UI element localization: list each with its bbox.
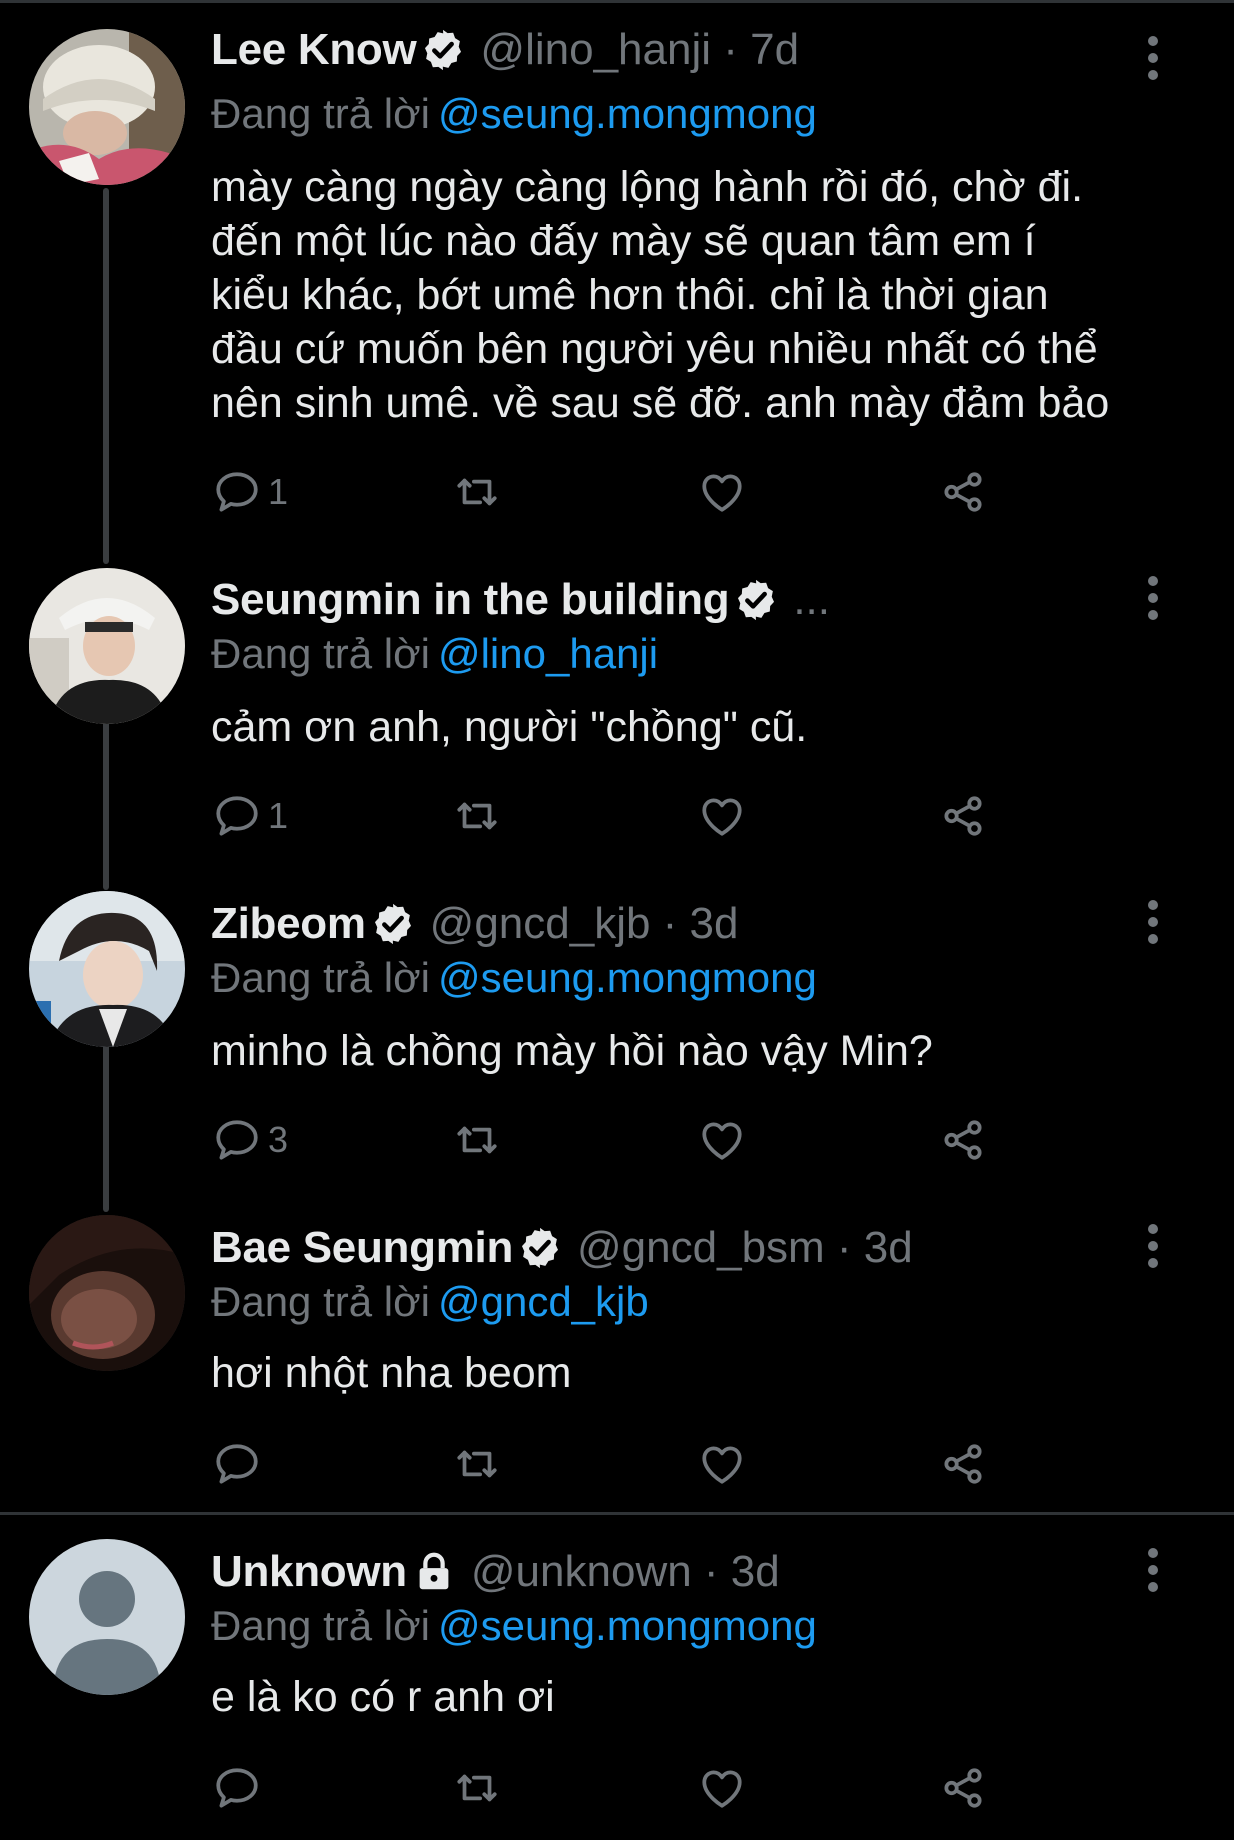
retweet-icon xyxy=(452,1763,502,1813)
tweet-text: minho là chồng mày hồi nào vậy Min? xyxy=(211,1027,933,1075)
section-divider xyxy=(0,1512,1234,1515)
share-button[interactable] xyxy=(938,786,988,846)
reply-icon xyxy=(212,467,262,517)
retweet-button[interactable] xyxy=(452,1110,502,1170)
verified-badge-icon xyxy=(733,577,779,623)
reply-count: 3 xyxy=(268,1119,289,1160)
reply-button[interactable]: 1 xyxy=(212,462,288,522)
handle-and-time: @unknown · 3d xyxy=(470,1547,780,1596)
share-button[interactable] xyxy=(938,1758,988,1818)
retweet-button[interactable] xyxy=(452,462,502,522)
replying-label: Đang trả lời xyxy=(211,1602,430,1649)
retweet-icon xyxy=(452,1439,502,1489)
handle-and-time: @gncd_kjb · 3d xyxy=(429,899,739,948)
avatar-photo xyxy=(29,891,185,1047)
more-options-icon[interactable] xyxy=(1138,1221,1168,1271)
reply-count: 1 xyxy=(268,471,289,512)
display-name[interactable]: Unknown xyxy=(211,1544,407,1600)
replying-label: Đang trả lời xyxy=(211,1278,430,1325)
avatar[interactable] xyxy=(29,568,185,724)
replying-label: Đang trả lời xyxy=(211,630,430,677)
reply-button[interactable]: 3 xyxy=(212,1110,288,1170)
avatar-photo xyxy=(29,1215,185,1371)
avatar[interactable] xyxy=(29,1215,185,1371)
like-button[interactable] xyxy=(697,1758,747,1818)
replying-to: Đang trả lời @lino_hanji xyxy=(211,626,658,682)
share-icon xyxy=(938,1115,988,1165)
avatar[interactable] xyxy=(29,1539,185,1695)
replying-to: Đang trả lời @gncd_kjb xyxy=(211,1274,649,1330)
share-button[interactable] xyxy=(938,1110,988,1170)
share-icon xyxy=(938,467,988,517)
share-button[interactable] xyxy=(938,1434,988,1494)
like-button[interactable] xyxy=(697,786,747,846)
more-options-icon[interactable] xyxy=(1138,33,1168,83)
share-icon xyxy=(938,1439,988,1489)
mention-link[interactable]: @lino_hanji xyxy=(438,630,658,677)
display-name[interactable]: Lee Know xyxy=(211,22,417,78)
tweet-text: mày càng ngày càng lộng hành rồi đó, chờ… xyxy=(211,163,1110,427)
handle-and-time: @gncd_bsm · 3d xyxy=(577,1223,913,1272)
reply-icon xyxy=(212,1115,262,1165)
like-button[interactable] xyxy=(697,1434,747,1494)
retweet-button[interactable] xyxy=(452,1758,502,1818)
share-icon xyxy=(938,1763,988,1813)
reply-count: 1 xyxy=(268,795,289,836)
more-options-icon[interactable] xyxy=(1138,1545,1168,1595)
avatar[interactable] xyxy=(29,891,185,1047)
tweet-text: e là ko có r anh ơi xyxy=(211,1673,555,1721)
heart-icon xyxy=(697,1439,747,1489)
avatar[interactable] xyxy=(29,29,185,185)
verified-badge-icon xyxy=(517,1225,563,1271)
mention-link[interactable]: @seung.mongmong xyxy=(438,1602,817,1649)
handle-and-time: ... xyxy=(793,575,830,624)
verified-badge-icon xyxy=(370,901,416,947)
avatar-photo xyxy=(29,29,185,185)
reply-icon xyxy=(212,791,262,841)
replying-label: Đang trả lời xyxy=(211,954,430,1001)
display-name[interactable]: Zibeom xyxy=(211,896,366,952)
reply-button[interactable] xyxy=(212,1434,262,1494)
like-button[interactable] xyxy=(697,1110,747,1170)
default-avatar-icon xyxy=(29,1539,185,1695)
replying-to: Đang trả lời @seung.mongmong xyxy=(211,950,817,1006)
mention-link[interactable]: @gncd_kjb xyxy=(438,1278,649,1325)
replying-label: Đang trả lời xyxy=(211,90,430,137)
display-name[interactable]: Seungmin in the building xyxy=(211,572,730,628)
replying-to: Đang trả lời @seung.mongmong xyxy=(211,1598,817,1654)
more-options-icon[interactable] xyxy=(1138,897,1168,947)
retweet-icon xyxy=(452,1115,502,1165)
tweet-text: cảm ơn anh, người "chồng" cũ. xyxy=(211,703,808,751)
share-icon xyxy=(938,791,988,841)
reply-icon xyxy=(212,1439,262,1489)
handle-and-time: @lino_hanji · 7d xyxy=(480,25,800,74)
retweet-icon xyxy=(452,467,502,517)
avatar-photo xyxy=(29,568,185,724)
retweet-button[interactable] xyxy=(452,1434,502,1494)
mention-link[interactable]: @seung.mongmong xyxy=(438,954,817,1001)
heart-icon xyxy=(697,1115,747,1165)
share-button[interactable] xyxy=(938,462,988,522)
display-name[interactable]: Bae Seungmin xyxy=(211,1220,513,1276)
verified-badge-icon xyxy=(420,27,466,73)
reply-button[interactable]: 1 xyxy=(212,786,288,846)
tweet[interactable]: Lee Know @lino_hanji · 7d Đang trả lời @s… xyxy=(0,0,1234,560)
heart-icon xyxy=(697,1763,747,1813)
more-options-icon[interactable] xyxy=(1138,573,1168,623)
reply-icon xyxy=(212,1763,262,1813)
like-button[interactable] xyxy=(697,462,747,522)
retweet-icon xyxy=(452,791,502,841)
mention-link[interactable]: @seung.mongmong xyxy=(438,90,817,137)
heart-icon xyxy=(697,467,747,517)
replying-to: Đang trả lời @seung.mongmong xyxy=(211,86,817,142)
lock-icon xyxy=(411,1549,457,1595)
tweet-text: hơi nhột nha beom xyxy=(211,1349,572,1397)
heart-icon xyxy=(697,791,747,841)
retweet-button[interactable] xyxy=(452,786,502,846)
reply-button[interactable] xyxy=(212,1758,262,1818)
